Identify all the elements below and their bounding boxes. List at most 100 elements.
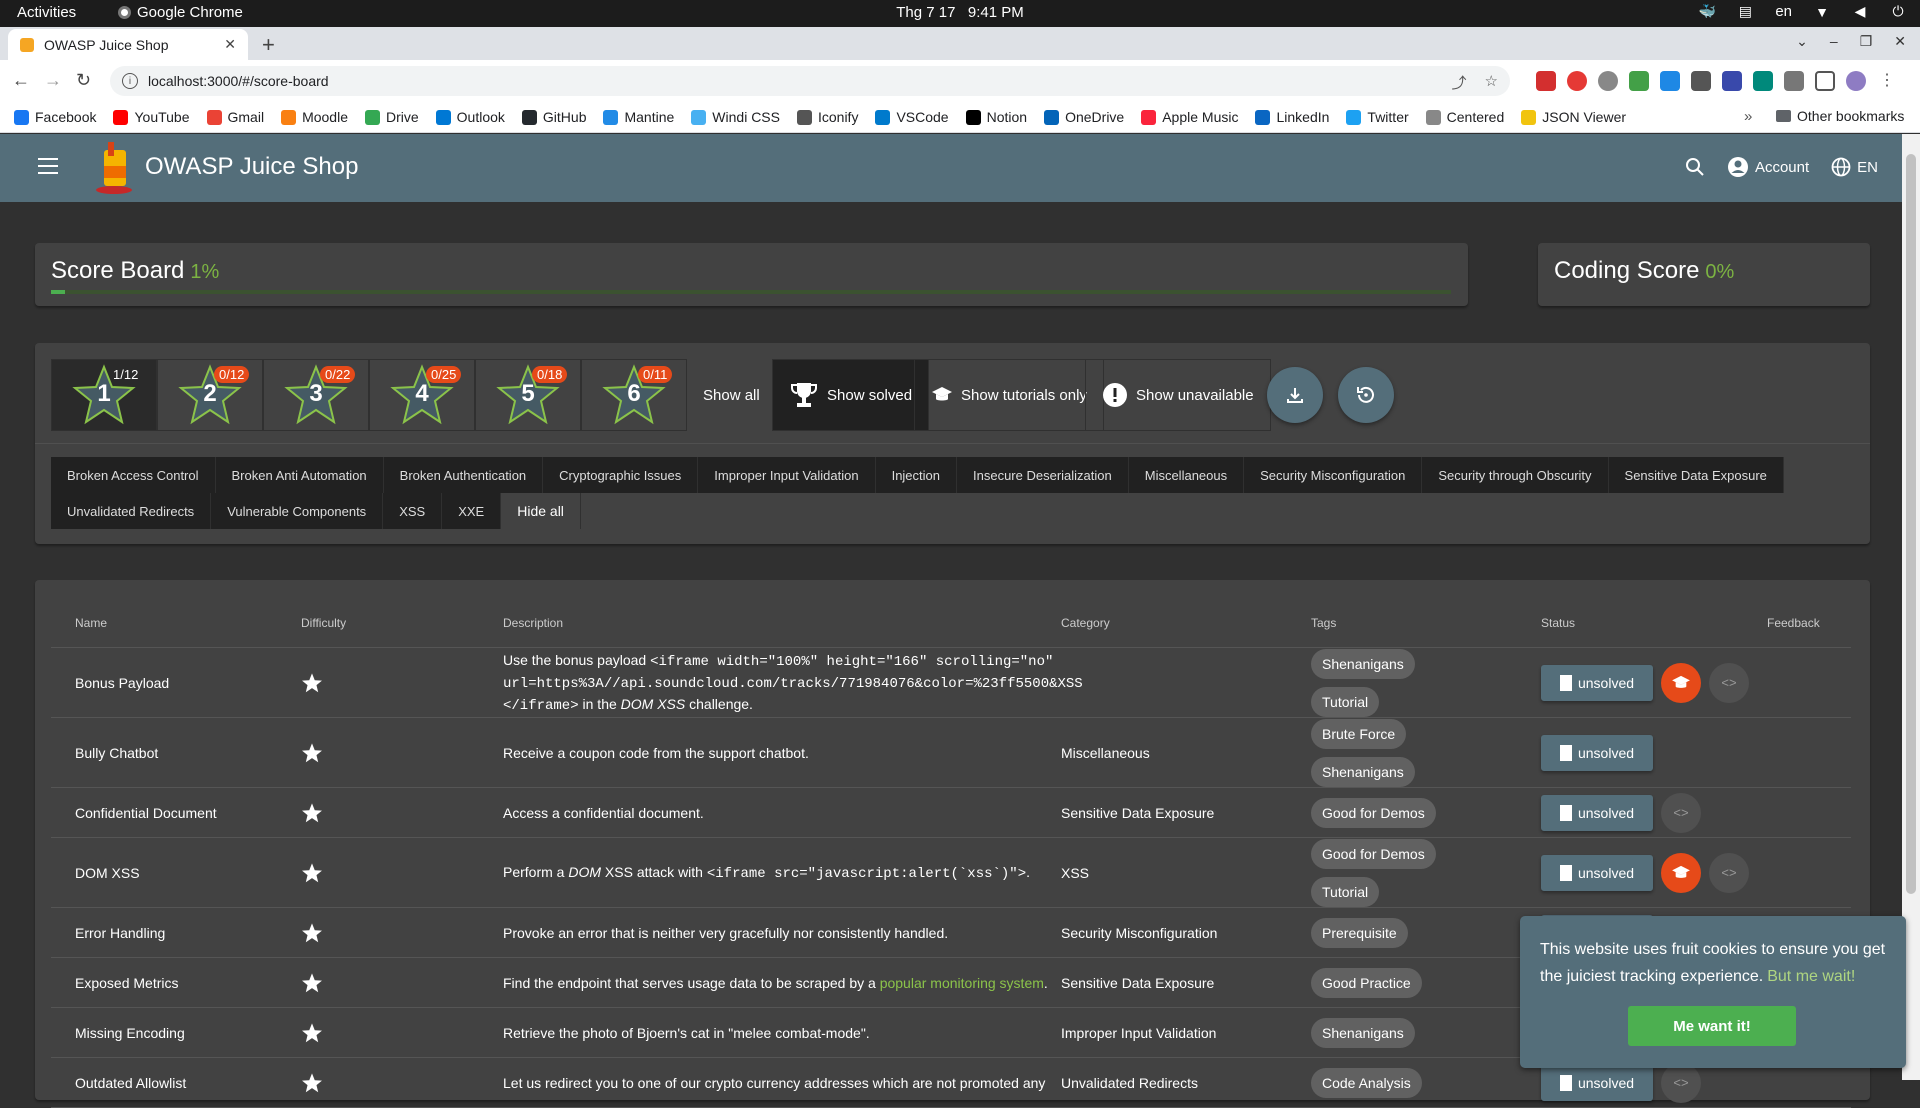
extension-icon-1[interactable] <box>1536 71 1556 91</box>
show-solved-toggle[interactable]: Show solved <box>772 359 930 431</box>
bookmark-onedrive[interactable]: OneDrive <box>1044 109 1124 125</box>
category-vulnerable-components[interactable]: Vulnerable Components <box>211 493 384 529</box>
chrome-menu-icon[interactable]: ⋮ <box>1877 71 1897 91</box>
extension-icon-8[interactable] <box>1753 71 1773 91</box>
start-tutorial-button[interactable] <box>1661 852 1701 893</box>
activities-button[interactable]: Activities <box>17 4 76 21</box>
code-snippet-button[interactable]: <> <box>1709 662 1749 703</box>
category-security-through-obscurity[interactable]: Security through Obscurity <box>1422 457 1609 493</box>
category-xss[interactable]: XSS <box>383 493 443 529</box>
description-link[interactable]: popular monitoring system <box>880 975 1044 991</box>
account-button[interactable]: Account <box>1727 156 1809 178</box>
category-security-misconfiguration[interactable]: Security Misconfiguration <box>1244 457 1423 493</box>
header-difficulty[interactable]: Difficulty <box>301 616 346 630</box>
show-all-toggle[interactable]: Show all <box>703 387 760 404</box>
status-unsolved-button[interactable]: unsolved <box>1541 734 1653 771</box>
bookmark-vscode[interactable]: VSCode <box>875 109 949 125</box>
site-info-icon[interactable]: i <box>122 73 138 89</box>
forward-icon[interactable]: → <box>44 70 62 91</box>
bookmark-facebook[interactable]: Facebook <box>14 109 96 125</box>
search-icon[interactable] <box>1685 157 1705 177</box>
code-snippet-button[interactable]: <> <box>1709 852 1749 893</box>
download-progress-button[interactable] <box>1267 367 1323 423</box>
bookmark-moodle[interactable]: Moodle <box>281 109 348 125</box>
hide-all-categories[interactable]: Hide all <box>501 493 581 529</box>
bookmark-youtube[interactable]: YouTube <box>113 109 190 125</box>
difficulty-1-button[interactable]: 1 1/12 <box>51 359 157 431</box>
bookmark-linkedin[interactable]: LinkedIn <box>1255 109 1329 125</box>
difficulty-2-button[interactable]: 2 0/12 <box>157 359 263 431</box>
category-miscellaneous[interactable]: Miscellaneous <box>1128 457 1245 493</box>
more-bookmarks-icon[interactable]: » <box>1744 108 1752 125</box>
category-broken-authentication[interactable]: Broken Authentication <box>383 457 544 493</box>
bookmark-twitter[interactable]: Twitter <box>1346 109 1409 125</box>
volume-icon[interactable]: ◀ <box>1852 3 1868 20</box>
category-sensitive-data-exposure[interactable]: Sensitive Data Exposure <box>1608 457 1784 493</box>
browser-tab[interactable]: OWASP Juice Shop ✕ <box>8 29 248 60</box>
extension-icon-5[interactable] <box>1660 71 1680 91</box>
header-category[interactable]: Category <box>1061 616 1110 630</box>
difficulty-4-button[interactable]: 4 0/25 <box>369 359 475 431</box>
bookmark-iconify[interactable]: Iconify <box>796 109 858 125</box>
status-unsolved-button[interactable]: unsolved <box>1541 854 1653 891</box>
cookie-accept-button[interactable]: Me want it! <box>1628 1006 1796 1046</box>
menu-icon[interactable] <box>38 158 58 179</box>
restore-progress-button[interactable] <box>1338 367 1394 423</box>
cookie-learn-more-link[interactable]: But me wait! <box>1767 968 1855 985</box>
header-status[interactable]: Status <box>1541 616 1575 630</box>
extension-icon-2[interactable] <box>1567 71 1587 91</box>
extensions-puzzle-icon[interactable] <box>1784 71 1804 91</box>
difficulty-5-button[interactable]: 5 0/18 <box>475 359 581 431</box>
header-name[interactable]: Name <box>75 616 107 630</box>
side-panel-icon[interactable] <box>1815 71 1835 91</box>
close-window-icon[interactable]: ✕ <box>1894 33 1906 50</box>
wifi-icon[interactable]: ▼ <box>1814 4 1830 20</box>
tab-close-icon[interactable]: ✕ <box>224 36 236 53</box>
show-tutorials-toggle[interactable]: Show tutorials only <box>914 359 1104 431</box>
extension-icon-3[interactable] <box>1598 71 1618 91</box>
share-icon[interactable]: ⤴ <box>1452 72 1467 93</box>
category-broken-anti-automation[interactable]: Broken Anti Automation <box>215 457 384 493</box>
reload-icon[interactable]: ↻ <box>76 70 91 91</box>
bookmark-mantine[interactable]: Mantine <box>603 109 674 125</box>
power-icon[interactable]: ⏻ <box>1890 3 1906 20</box>
app-title[interactable]: OWASP Juice Shop <box>145 153 358 181</box>
input-language[interactable]: en <box>1775 3 1792 20</box>
minimize-icon[interactable]: – <box>1830 33 1838 50</box>
bookmark-windi-css[interactable]: Windi CSS <box>691 109 780 125</box>
difficulty-6-button[interactable]: 6 0/11 <box>581 359 687 431</box>
code-snippet-button[interactable]: <> <box>1661 1062 1701 1103</box>
tab-search-icon[interactable]: ⌄ <box>1796 33 1808 50</box>
category-insecure-deserialization[interactable]: Insecure Deserialization <box>957 457 1129 493</box>
status-unsolved-button[interactable]: unsolved <box>1541 664 1653 701</box>
bookmark-drive[interactable]: Drive <box>364 109 419 125</box>
scrollbar-thumb[interactable] <box>1906 154 1916 894</box>
bookmark-outlook[interactable]: Outlook <box>435 109 505 125</box>
bookmark-centered[interactable]: Centered <box>1425 109 1504 125</box>
back-icon[interactable]: ← <box>12 70 30 91</box>
status-unsolved-button[interactable]: unsolved <box>1541 794 1653 831</box>
category-unvalidated-redirects[interactable]: Unvalidated Redirects <box>51 493 212 529</box>
show-unavailable-toggle[interactable]: Show unavailable <box>1085 359 1271 431</box>
start-tutorial-button[interactable] <box>1661 662 1701 703</box>
bookmark-notion[interactable]: Notion <box>965 109 1027 125</box>
clock[interactable]: Thg 7 17 9:41 PM <box>896 4 1024 21</box>
category-cryptographic-issues[interactable]: Cryptographic Issues <box>543 457 699 493</box>
bookmark-star-icon[interactable]: ☆ <box>1485 72 1498 93</box>
docker-icon[interactable]: 🐳 <box>1699 3 1716 20</box>
app-menu[interactable]: Google Chrome <box>118 4 243 21</box>
category-improper-input-validation[interactable]: Improper Input Validation <box>698 457 876 493</box>
category-broken-access-control[interactable]: Broken Access Control <box>51 457 216 493</box>
extension-icon-6[interactable] <box>1691 71 1711 91</box>
bookmark-github[interactable]: GitHub <box>521 109 586 125</box>
bookmark-json-viewer[interactable]: JSON Viewer <box>1521 109 1626 125</box>
category-injection[interactable]: Injection <box>875 457 957 493</box>
extension-icon-4[interactable] <box>1629 71 1649 91</box>
bookmark-gmail[interactable]: Gmail <box>206 109 264 125</box>
language-button[interactable]: EN <box>1831 157 1878 177</box>
new-tab-icon[interactable]: + <box>262 32 275 58</box>
bookmark-apple-music[interactable]: Apple Music <box>1141 109 1238 125</box>
address-bar[interactable]: i localhost:3000/#/score-board ⤴ ☆ <box>110 66 1510 96</box>
code-snippet-button[interactable]: <> <box>1661 792 1701 833</box>
status-unsolved-button[interactable]: unsolved <box>1541 1064 1653 1101</box>
